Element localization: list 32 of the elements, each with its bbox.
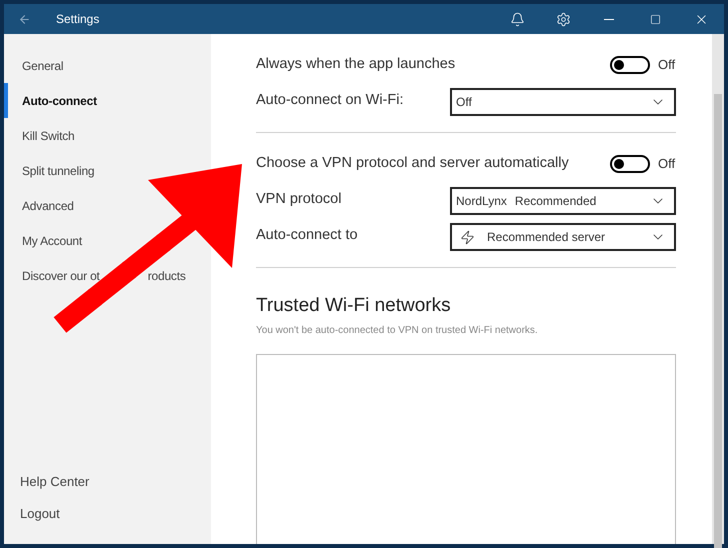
sidebar-link[interactable]: Logout <box>4 498 60 530</box>
section-subtitle: You won't be auto-connected to VPN on trusted Wi-Fi networks. <box>256 324 539 338</box>
sidebar-item[interactable]: Discover our ot roducts <box>4 258 186 293</box>
toggle-switch[interactable] <box>610 56 650 74</box>
arrow-shaft-segment <box>54 288 102 333</box>
dropdown[interactable]: Off <box>450 88 676 116</box>
toggle-state: Off <box>658 56 676 74</box>
back-icon <box>18 12 30 26</box>
sidebar-item[interactable]: Advanced <box>4 188 74 223</box>
sidebar-item[interactable]: General <box>4 48 64 83</box>
arrow-shaft-segment <box>88 262 136 306</box>
section-title: Trusted Wi-Fi networks <box>256 294 452 318</box>
minimize-icon <box>604 18 614 20</box>
lightning-icon <box>460 230 475 244</box>
setting-label: Auto-connect to <box>256 226 358 245</box>
sidebar-item[interactable]: Split tunneling <box>4 153 94 188</box>
dropdown[interactable]: NordLynx Recommended <box>450 187 676 215</box>
sidebar-item[interactable]: Auto-connect <box>4 83 97 118</box>
window-title: Settings <box>56 11 100 28</box>
sidebar-item[interactable]: My Account <box>4 223 82 258</box>
toggle-state: Off <box>658 155 676 174</box>
toggle-switch[interactable] <box>610 155 650 173</box>
setting-label: Always when the app launches <box>256 55 456 74</box>
maximize-icon <box>650 14 660 24</box>
bell-icon <box>510 12 524 26</box>
setting-label: Auto-connect on Wi-Fi: <box>256 91 404 110</box>
setting-label: Choose a VPN protocol and server automatically <box>256 154 569 174</box>
sidebar-item[interactable]: Kill Switch <box>4 118 74 153</box>
setting-label: VPN protocol <box>256 190 342 209</box>
sidebar-link[interactable]: Help Center <box>4 466 90 498</box>
settings-icon <box>556 12 570 26</box>
dropdown[interactable]: Recommended server <box>450 223 676 251</box>
